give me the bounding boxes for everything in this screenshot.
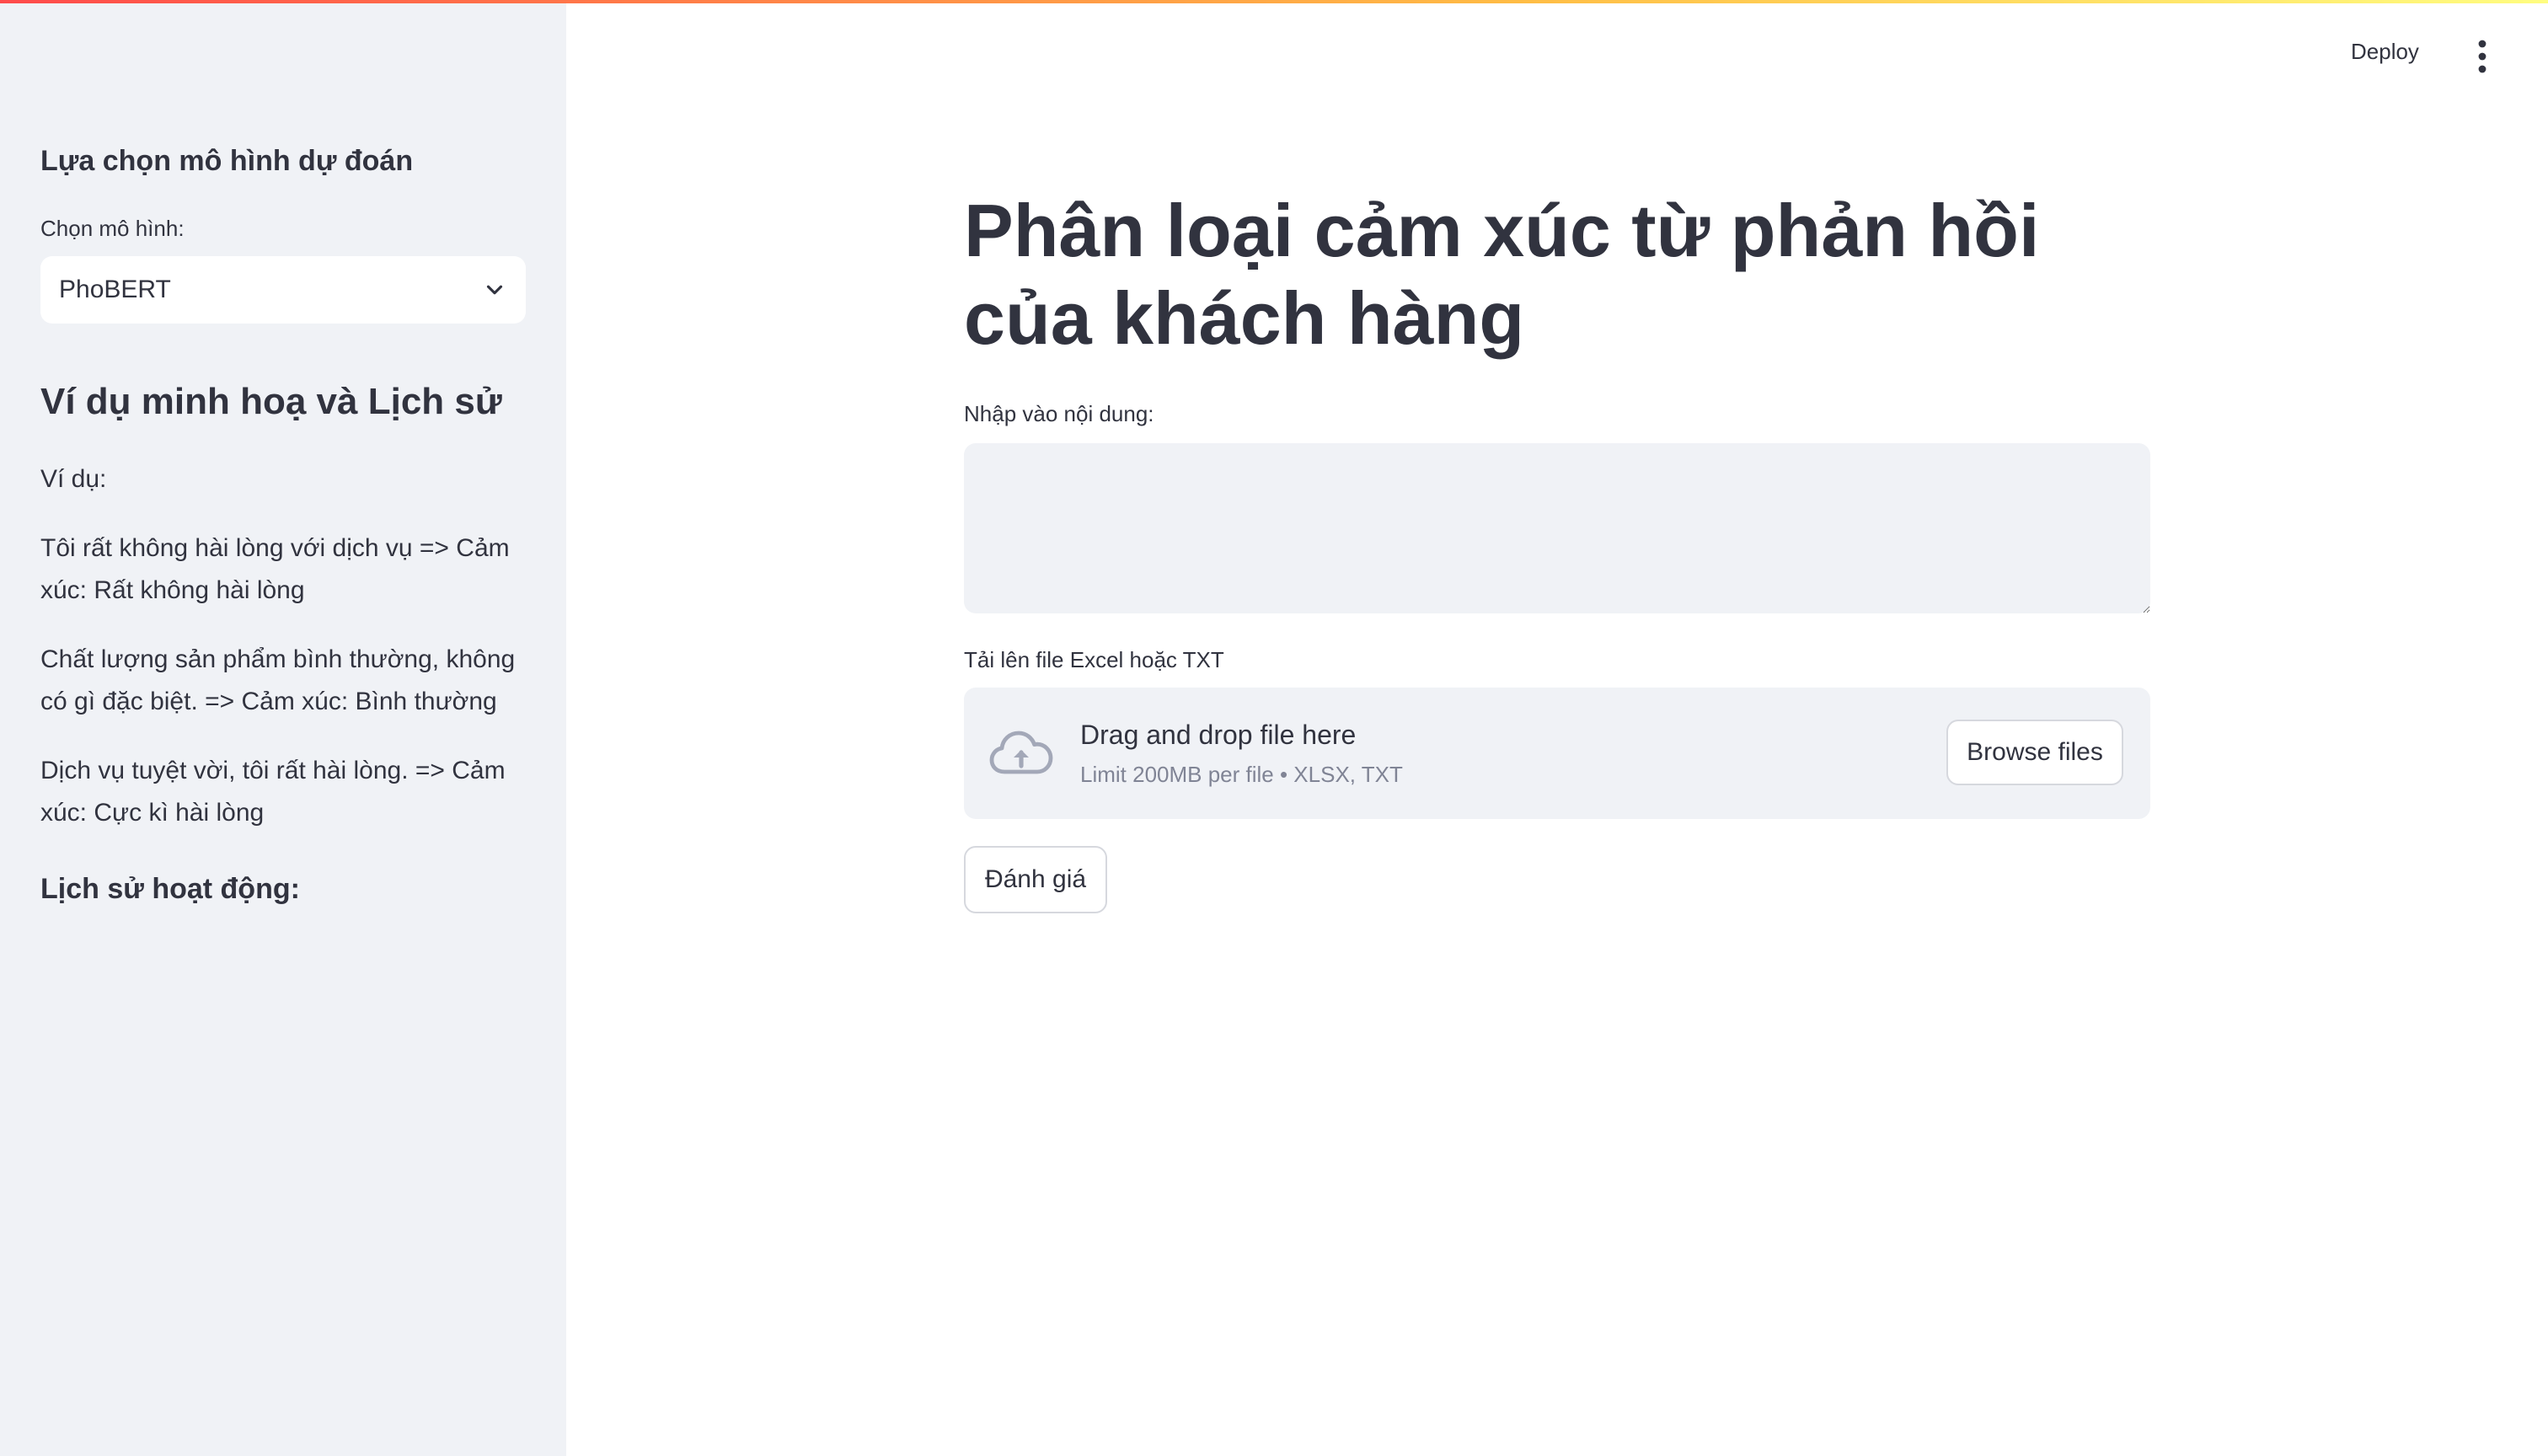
model-select[interactable]: PhoBERT <box>40 256 526 324</box>
dropzone-limit: Limit 200MB per file • XLSX, TXT <box>1080 762 1403 787</box>
example-item: Tôi rất không hài lòng với dịch vụ => Cả… <box>40 534 510 604</box>
page-title: Phân loại cảm xúc từ phản hồi của khách … <box>964 189 2040 360</box>
browse-files-button[interactable]: Browse files <box>1946 720 2123 785</box>
content-textarea[interactable] <box>964 443 2150 613</box>
model-select-value: PhoBERT <box>59 276 171 303</box>
dropzone-instructions: Drag and drop file here <box>1080 720 1357 750</box>
examples-label: Ví dụ: <box>40 465 107 493</box>
evaluate-button[interactable]: Đánh giá <box>964 846 1107 913</box>
sidebar: Lựa chọn mô hình dự đoán Chọn mô hình: P… <box>0 0 566 1456</box>
input-label: Nhập vào nội dung: <box>964 401 1154 426</box>
upload-label: Tải lên file Excel hoặc TXT <box>964 647 1224 672</box>
cloud-upload-icon <box>989 731 1053 774</box>
example-item: Chất lượng sản phẩm bình thường, không c… <box>40 645 516 715</box>
examples-heading: Ví dụ minh hoạ và Lịch sử <box>40 381 502 422</box>
deploy-button[interactable]: Deploy <box>2351 39 2419 65</box>
model-select-label: Chọn mô hình: <box>40 216 185 241</box>
kebab-menu-icon[interactable] <box>2469 39 2496 74</box>
example-item: Dịch vụ tuyệt vời, tôi rất hài lòng. => … <box>40 757 506 827</box>
chevron-down-icon <box>486 285 503 295</box>
top-decoration-bar <box>0 0 2548 3</box>
history-heading: Lịch sử hoạt động: <box>40 873 300 905</box>
file-dropzone[interactable]: Drag and drop file here Limit 200MB per … <box>964 688 2150 819</box>
model-selection-heading: Lựa chọn mô hình dự đoán <box>40 145 414 177</box>
